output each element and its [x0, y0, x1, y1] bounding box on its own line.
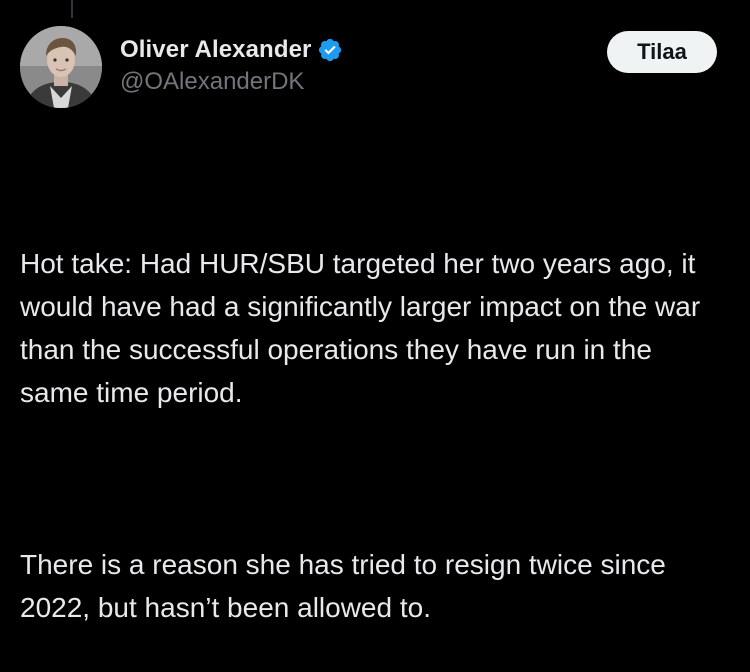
author-display-name[interactable]: Oliver Alexander — [120, 36, 311, 64]
subscribe-button[interactable]: Tilaa — [607, 31, 717, 73]
avatar[interactable] — [20, 26, 102, 108]
avatar-photo — [20, 26, 102, 108]
author-handle[interactable]: @OAlexanderDK — [120, 68, 343, 96]
author-name-row: Oliver Alexander — [120, 34, 343, 66]
post-paragraph: There is a reason she has tried to resig… — [20, 549, 674, 623]
author-block: Oliver Alexander @OAlexanderDK — [120, 34, 343, 96]
post-text: Hot take: Had HUR/SBU targeted her two y… — [20, 156, 720, 672]
verified-badge-icon[interactable] — [317, 37, 343, 63]
thread-connector-line — [71, 0, 73, 18]
post-paragraph: Hot take: Had HUR/SBU targeted her two y… — [20, 248, 708, 408]
